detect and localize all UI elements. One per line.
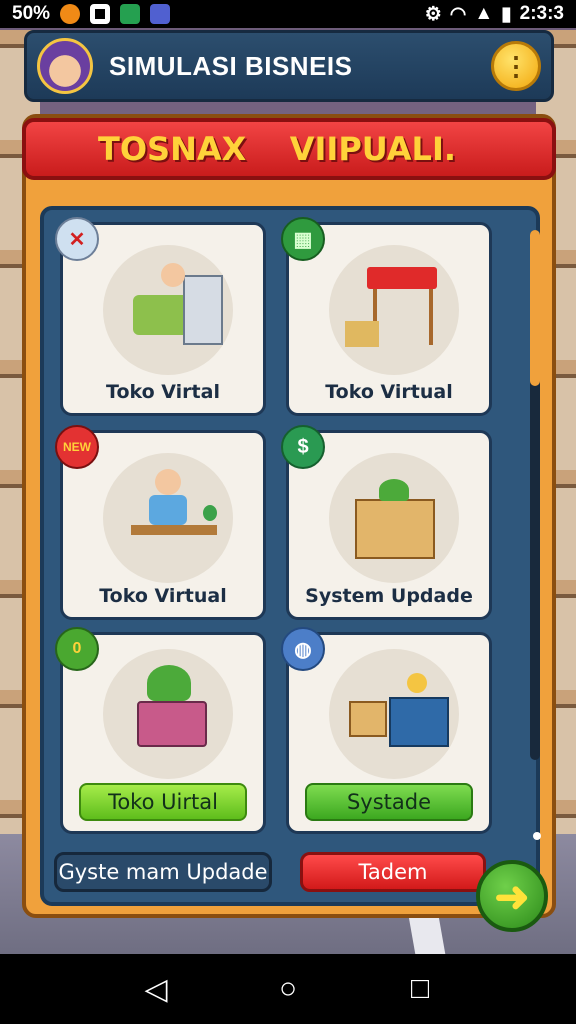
tag-icon[interactable]: NEW [55, 425, 99, 469]
more-vertical-icon[interactable]: ⋮ [491, 41, 541, 91]
tadem-button[interactable]: Tadem [300, 852, 486, 892]
discord-notification-icon [150, 4, 171, 24]
card-label: Toko Virtual [325, 381, 453, 403]
android-nav-bar: ◁ ○ □ [0, 954, 576, 1024]
card-label: System Updade [305, 585, 473, 607]
banner-right-text: VIIPUALI. [289, 130, 456, 168]
card-toko-uirtal[interactable]: 0 Toko Uirtal [55, 627, 266, 834]
card-label: Toko Virtal [106, 381, 220, 403]
cash-icon[interactable]: $ [281, 425, 325, 469]
system-update-button[interactable]: Gyste mam Updade [54, 852, 272, 892]
systade-button[interactable]: Systade [305, 783, 473, 821]
banner-left-text: TOSNAX [98, 130, 247, 168]
app-title: SIMULASI BISNEIS [109, 50, 353, 81]
card-systade[interactable]: ◍ Systade [281, 627, 492, 834]
settings-icon: ⚙ [424, 3, 442, 25]
gallery-notification-icon [90, 4, 111, 24]
scrollbar[interactable] [530, 230, 540, 760]
toko-uirtal-button[interactable]: Toko Uirtal [79, 783, 247, 821]
coin-box-illustration [329, 649, 459, 779]
signal-icon: ▲ [474, 3, 494, 24]
market-stall-illustration [329, 245, 459, 375]
card-toko-virtual-desk[interactable]: NEW Toko Virtual [55, 425, 266, 620]
globe-icon[interactable]: ◍ [281, 627, 325, 671]
package-box-illustration [329, 453, 459, 583]
scrollbar-thumb[interactable] [530, 230, 540, 386]
card-label: Toko Virtual [99, 585, 227, 607]
desk-worker-illustration [103, 453, 233, 583]
clock: 2:3:3 [519, 3, 564, 24]
scroll-indicator-dot [533, 832, 541, 840]
status-bar: 50% ⚙ ◠ ▲ ▮ 2:3:3 [0, 0, 576, 28]
avatar-icon[interactable] [37, 38, 93, 94]
cart-shopper-illustration [103, 245, 233, 375]
back-icon[interactable]: ◁ [136, 972, 176, 1007]
arrow-right-icon[interactable]: ➜ [476, 860, 548, 932]
card-toko-virtal[interactable]: ✕ Toko Virtal [55, 217, 266, 416]
card-toko-virtual-stall[interactable]: ▦ Toko Virtual [281, 217, 492, 416]
wifi-icon: ◠ [449, 3, 467, 25]
recents-icon[interactable]: □ [400, 972, 440, 1006]
battery-percent: 50% [12, 3, 51, 24]
app-notification-icon [60, 4, 81, 24]
panel-banner: TOSNAX VIIPUALI. [22, 118, 556, 180]
plant-cart-illustration [103, 649, 233, 779]
battery-icon: ▮ [501, 3, 512, 25]
card-system-updade[interactable]: $ System Updade [281, 425, 492, 620]
close-icon[interactable]: ✕ [55, 217, 99, 261]
grid-icon[interactable]: ▦ [281, 217, 325, 261]
app-header: SIMULASI BISNEIS ⋮ [24, 30, 554, 102]
game-notification-icon [120, 4, 141, 24]
coin-badge-icon[interactable]: 0 [55, 627, 99, 671]
home-icon[interactable]: ○ [268, 972, 308, 1006]
